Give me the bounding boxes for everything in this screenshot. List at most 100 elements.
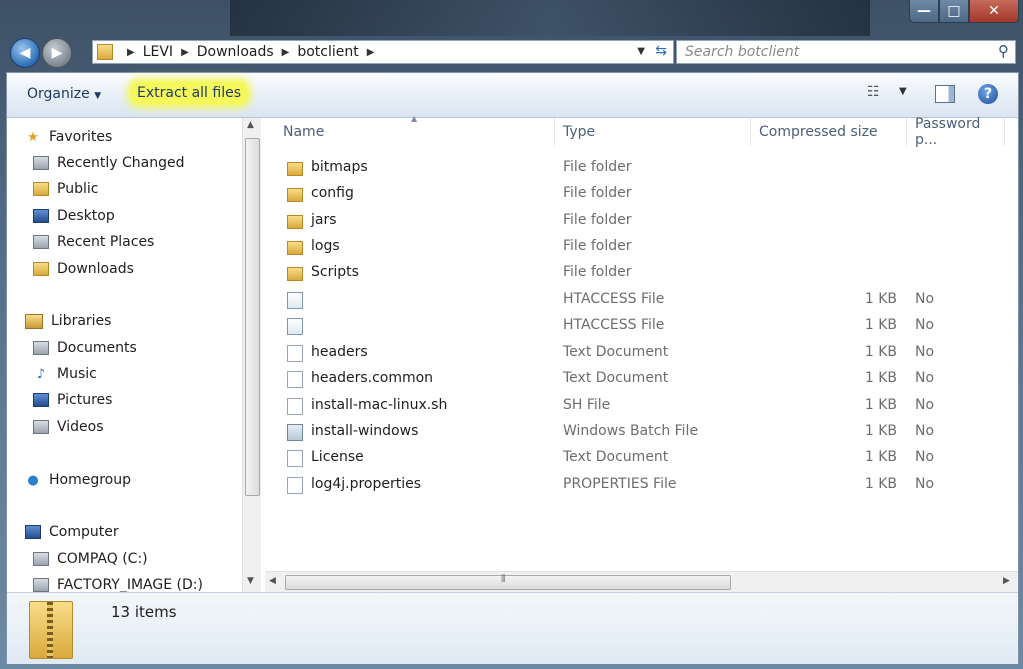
organize-menu[interactable]: Organize ▼ <box>27 86 101 102</box>
horizontal-scroll-thumb[interactable]: ⦀ <box>285 574 731 590</box>
file-size: 1 KB <box>864 291 897 307</box>
nav-label: FACTORY_IMAGE (D:) <box>57 577 203 592</box>
details-pane: 13 items <box>7 592 1018 664</box>
desktop-icon <box>33 209 49 223</box>
nav-drive-c[interactable]: COMPAQ (C:) <box>33 548 148 570</box>
table-row[interactable]: HTACCESS File 1 KB No <box>265 313 1005 339</box>
nav-libraries[interactable]: Libraries <box>25 310 111 332</box>
batch-file-icon <box>287 424 303 441</box>
chevron-right-icon[interactable]: ▶ <box>367 47 375 58</box>
column-header-compressed-size[interactable]: Compressed size <box>751 118 907 146</box>
table-row[interactable]: HTACCESS File 1 KB No <box>265 287 1005 313</box>
extract-all-files-button[interactable]: Extract all files <box>131 82 248 104</box>
table-row[interactable]: log4j.properties PROPERTIES File 1 KB No <box>265 472 1005 498</box>
chevron-right-icon[interactable]: ▶ <box>181 47 189 58</box>
column-header-password[interactable]: Password p... <box>907 116 1005 148</box>
nav-homegroup[interactable]: ● Homegroup <box>25 469 131 491</box>
libraries-icon <box>25 313 43 329</box>
nav-label: Pictures <box>57 392 113 408</box>
nav-downloads[interactable]: Downloads <box>33 258 134 280</box>
nav-recently-changed[interactable]: Recently Changed <box>33 152 185 174</box>
sort-ascending-icon: ▲ <box>411 114 418 123</box>
nav-label: Recently Changed <box>57 155 185 171</box>
nav-public[interactable]: Public <box>33 178 98 200</box>
file-password: No <box>915 291 935 307</box>
nav-label: COMPAQ (C:) <box>57 551 148 567</box>
file-type: File folder <box>563 212 632 228</box>
address-bar[interactable]: ▶ LEVI ▶ Downloads ▶ botclient ▶ ▼ ⇆ <box>92 40 674 64</box>
nav-drive-d[interactable]: FACTORY_IMAGE (D:) <box>33 574 203 592</box>
nav-label: Downloads <box>57 261 134 277</box>
nav-videos[interactable]: Videos <box>33 416 104 438</box>
table-row[interactable]: License Text Document 1 KB No <box>265 445 1005 471</box>
table-row[interactable]: config File folder <box>265 181 1005 207</box>
column-header-name[interactable]: ▲ Name <box>265 114 555 146</box>
breadcrumb-levi[interactable]: LEVI <box>143 44 173 60</box>
drive-icon <box>33 578 49 592</box>
nav-pictures[interactable]: Pictures <box>33 389 112 411</box>
column-header-type[interactable]: Type <box>555 118 751 146</box>
table-row[interactable]: headers Text Document 1 KB No <box>265 340 1005 366</box>
file-password: No <box>915 476 935 492</box>
close-icon: ✕ <box>988 3 1000 19</box>
folder-icon <box>33 182 49 196</box>
table-row[interactable]: logs File folder <box>265 234 1005 260</box>
scroll-up-icon[interactable]: ▲ <box>247 120 254 130</box>
chevron-right-icon[interactable]: ▶ <box>127 47 135 58</box>
computer-icon <box>25 525 41 539</box>
address-dropdown-icon[interactable]: ▼ <box>637 46 645 57</box>
refresh-icon[interactable]: ⇆ <box>655 43 667 59</box>
horizontal-scrollbar[interactable]: ◀ ⦀ ▶ <box>265 571 1018 592</box>
nav-documents[interactable]: Documents <box>33 337 137 359</box>
minimize-button[interactable]: — <box>909 0 939 23</box>
search-icon[interactable]: ⚲ <box>998 42 1009 60</box>
explorer-client-area: Organize ▼ Extract all files ☷ ▼ ? ★ Favo… <box>6 72 1019 664</box>
nav-desktop[interactable]: Desktop <box>33 205 115 227</box>
back-button[interactable]: ◀ <box>10 38 40 68</box>
videos-icon <box>33 420 49 434</box>
table-row[interactable]: headers.common Text Document 1 KB No <box>265 366 1005 392</box>
file-type: HTACCESS File <box>563 317 665 333</box>
search-input[interactable]: Search botclient ⚲ <box>676 40 1016 64</box>
file-name: config <box>311 185 354 201</box>
nav-scroll-thumb[interactable] <box>245 138 260 496</box>
table-row[interactable]: install-mac-linux.sh SH File 1 KB No <box>265 393 1005 419</box>
forward-button[interactable]: ▶ <box>42 38 72 68</box>
nav-pane-scrollbar[interactable]: ▲ ▼ <box>242 118 261 592</box>
chevron-right-icon[interactable]: ▶ <box>282 47 290 58</box>
scroll-left-icon[interactable]: ◀ <box>269 576 276 586</box>
nav-music[interactable]: ♪ Music <box>33 363 97 385</box>
breadcrumb-downloads[interactable]: Downloads <box>197 44 274 60</box>
table-row[interactable]: bitmaps File folder <box>265 155 1005 181</box>
text-document-icon <box>287 371 303 388</box>
maximize-button[interactable]: □ <box>939 0 969 23</box>
breadcrumb-botclient[interactable]: botclient <box>297 44 358 60</box>
file-type: SH File <box>563 397 611 413</box>
table-row[interactable]: install-windows Windows Batch File 1 KB No <box>265 419 1005 445</box>
downloads-folder-icon <box>33 262 49 276</box>
zip-folder-icon <box>29 601 73 659</box>
file-password: No <box>915 423 935 439</box>
views-icon[interactable]: ☷ <box>867 84 887 102</box>
file-list: ▲ Name Type Compressed size Password p...… <box>265 114 1018 592</box>
file-size: 1 KB <box>864 476 897 492</box>
column-label: Name <box>283 124 325 140</box>
table-row[interactable]: Scripts File folder <box>265 260 1005 286</box>
preview-pane-icon[interactable] <box>935 85 955 103</box>
zip-folder-icon <box>97 44 113 60</box>
drive-icon <box>33 552 49 566</box>
nav-label: Libraries <box>51 313 112 329</box>
document-icon <box>287 477 303 494</box>
close-button[interactable]: ✕ <box>969 0 1019 23</box>
views-dropdown-icon[interactable]: ▼ <box>899 86 907 97</box>
help-icon[interactable]: ? <box>978 84 998 104</box>
nav-favorites[interactable]: ★ Favorites <box>25 126 112 148</box>
nav-recent-places[interactable]: Recent Places <box>33 231 154 253</box>
scroll-right-icon[interactable]: ▶ <box>1003 576 1010 586</box>
file-name: headers.common <box>311 370 434 386</box>
maximize-icon: □ <box>947 3 961 19</box>
table-row[interactable]: jars File folder <box>265 208 1005 234</box>
nav-computer[interactable]: Computer <box>25 521 119 543</box>
back-arrow-icon: ◀ <box>19 45 31 61</box>
scroll-down-icon[interactable]: ▼ <box>247 576 254 586</box>
